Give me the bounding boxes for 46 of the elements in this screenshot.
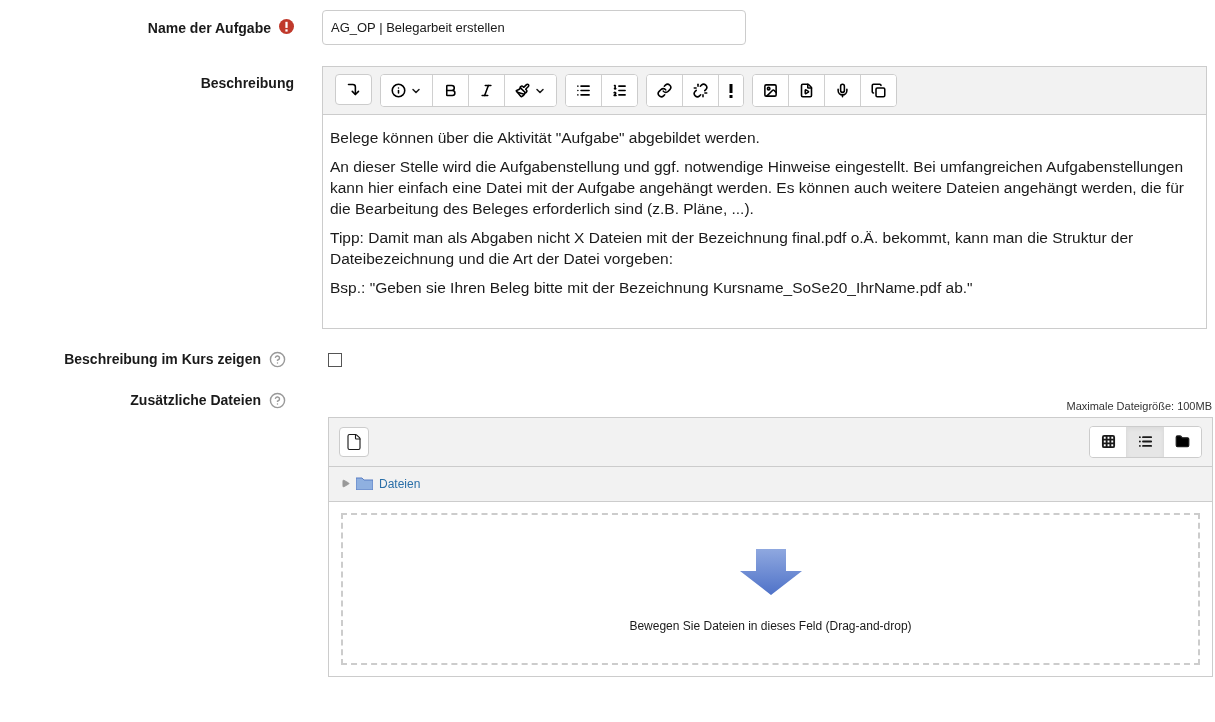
view-button[interactable] [1164,426,1201,457]
info-icon [391,83,406,98]
field-label: Zusätzliche Dateien [130,390,261,410]
bold-icon [443,83,458,98]
video-file-icon [799,83,814,98]
grid-view-icon [1100,434,1116,449]
bullet-list-icon [576,83,591,98]
collapse-icon [346,82,361,97]
folder-link[interactable]: Dateien [379,474,421,493]
folder-view-icon [1175,434,1190,449]
folder-icon [356,477,373,490]
checkbox[interactable] [328,352,342,367]
brush-icon [515,83,530,98]
microphone-icon [835,83,850,98]
unlink-icon [693,83,708,98]
down-arrow-icon [739,548,802,597]
view-button[interactable] [1090,426,1127,457]
image-icon [763,83,778,98]
toolbar-button[interactable] [335,74,372,105]
paragraph: An dieser Stelle wird die Aufgabenstellung und ggf. notwendige Hinweise eingestellt. Bei umfangreichen Aufgabenstellungen kann hier einfach eine Datei mit der Aufgabe angehängt werden. Es können auch weitere Dateien angehängt werden, die für die Bearbeitung des Beleges erforderlich sind (z.B. Pläne, ...). [330,157,1185,219]
drop-hint: Bewegen Sie Dateien in dieses Feld (Drag-and-drop) [629,617,912,635]
copy-icon [871,83,886,98]
list-view-icon [1137,434,1153,449]
link-icon [657,83,672,98]
toolbar-button[interactable] [647,75,683,106]
field-label: Name der Aufgabe [147,19,271,38]
italic-icon [479,83,494,98]
max-size-note: Maximale Dateigröße: 100MB [1066,399,1212,414]
expand-icon[interactable] [341,479,350,488]
name-input[interactable]: AG_OP | Belegarbeit erstellen [322,10,746,45]
drop-zone[interactable]: Bewegen Sie Dateien in dieses Feld (Drag-and-drop) [341,512,1200,665]
view-button[interactable] [1127,426,1164,457]
exclamation-icon [729,83,733,98]
add-file-button[interactable] [339,426,369,457]
toolbar-button[interactable] [381,75,433,106]
help-icon[interactable] [269,391,286,409]
field-label: Beschreibung im Kurs zeigen [64,350,261,369]
help-icon[interactable] [269,351,286,368]
toolbar-button[interactable] [566,75,602,106]
paragraph: Belege können über die Aktivität "Aufgabe" abgebildet werden. [330,128,761,148]
paragraph: Bsp.: "Geben sie Ihren Beleg bitte mit der Bezeichnung Kursname_SoSe20_IhrName.pdf ab." [330,278,974,298]
numbered-list-icon [612,83,627,98]
field-label: Beschreibung [200,74,294,93]
file-icon [345,432,363,451]
toolbar-button[interactable] [753,75,789,106]
paragraph: Tipp: Damit man als Abgaben nicht X Dateien mit der Bezeichnung final.pdf o.Ä. bekommt, kann man die Struktur der Dateibezeichnung und die Art der Datei vorgeben: [330,228,1135,269]
